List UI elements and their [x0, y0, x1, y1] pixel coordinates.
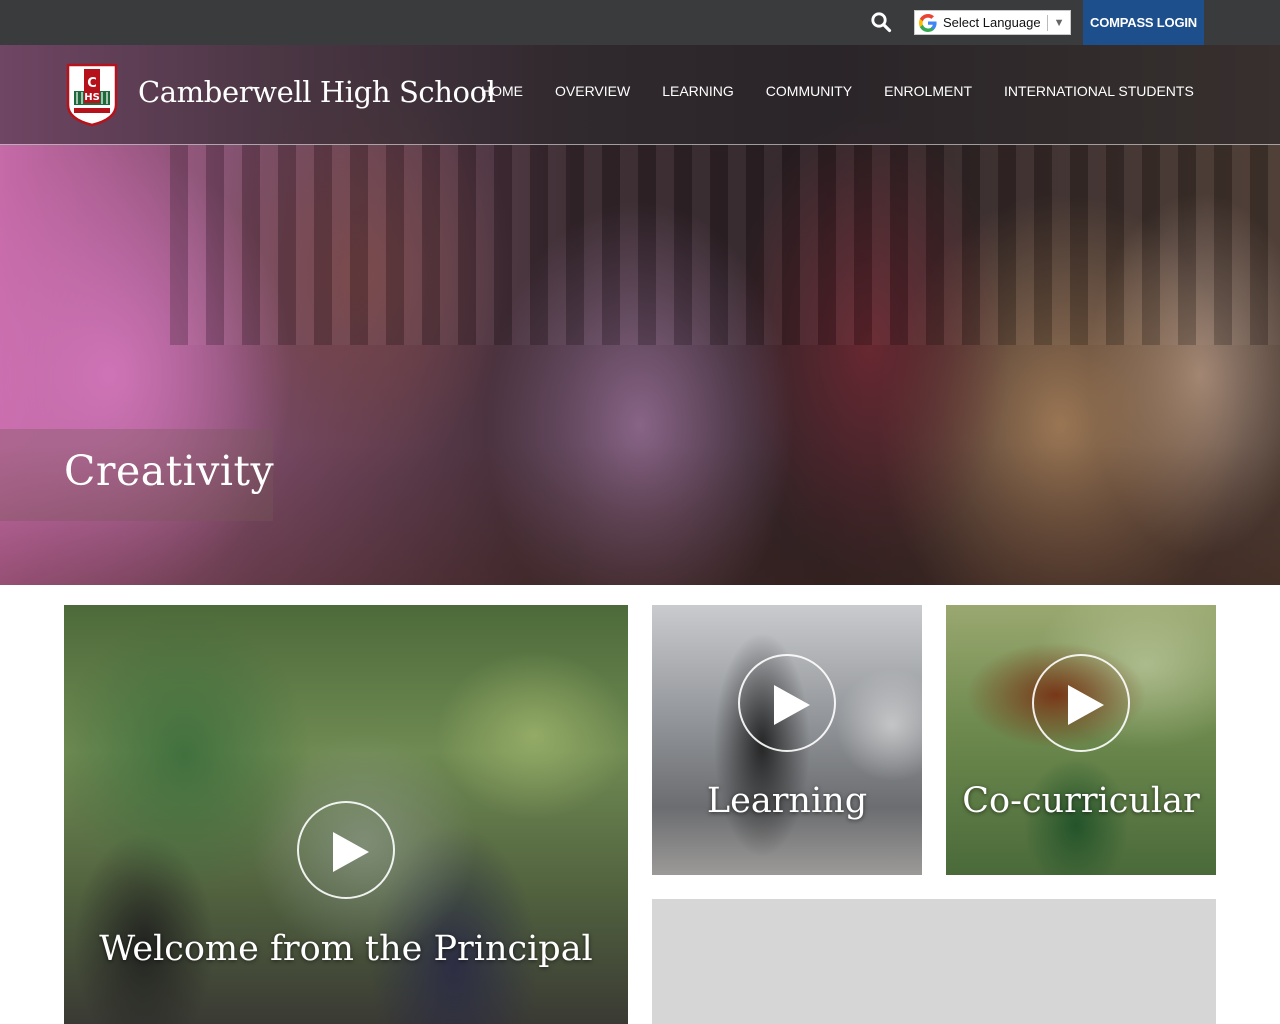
nav-enrolment[interactable]: ENROLMENT	[884, 83, 972, 99]
learning-tile-label: Learning	[706, 781, 868, 821]
hero-caption: Creativity	[64, 447, 275, 495]
learning-video-tile[interactable]: Learning	[652, 605, 922, 875]
svg-text:HS: HS	[84, 92, 100, 103]
nav-learning[interactable]: LEARNING	[662, 83, 734, 99]
main-navigation: HOME OVERVIEW LEARNING COMMUNITY ENROLME…	[481, 83, 1194, 99]
play-icon[interactable]	[738, 654, 836, 752]
nav-community[interactable]: COMMUNITY	[766, 83, 852, 99]
nav-international-students[interactable]: INTERNATIONAL STUDENTS	[1004, 83, 1194, 99]
cocurricular-tile-label: Co-curricular	[962, 781, 1200, 821]
svg-text:C: C	[87, 76, 97, 91]
language-select[interactable]: Select Language ▼	[914, 10, 1071, 35]
nav-overview[interactable]: OVERVIEW	[555, 83, 630, 99]
nav-home[interactable]: HOME	[481, 83, 523, 99]
school-crest-logo[interactable]: C HS	[64, 61, 120, 127]
principal-video-tile[interactable]: Welcome from the Principal	[64, 605, 628, 1024]
principal-tile-label: Welcome from the Principal	[99, 929, 593, 969]
placeholder-tile	[652, 899, 1216, 1024]
play-icon[interactable]	[297, 801, 395, 899]
utility-bar: Select Language ▼ COMPASS LOGIN	[0, 0, 1280, 45]
play-icon[interactable]	[1032, 654, 1130, 752]
chevron-down-icon: ▼	[1053, 16, 1065, 29]
language-label: Select Language	[943, 15, 1041, 30]
google-g-icon	[919, 13, 937, 32]
compass-login-button[interactable]: COMPASS LOGIN	[1083, 0, 1204, 45]
school-name[interactable]: Camberwell High School	[138, 75, 496, 109]
site-header: C HS Camberwell High School HOME OVERVIE…	[0, 45, 1280, 145]
language-divider	[1046, 14, 1048, 31]
search-icon[interactable]	[870, 11, 892, 33]
cocurricular-video-tile[interactable]: Co-curricular	[946, 605, 1216, 875]
